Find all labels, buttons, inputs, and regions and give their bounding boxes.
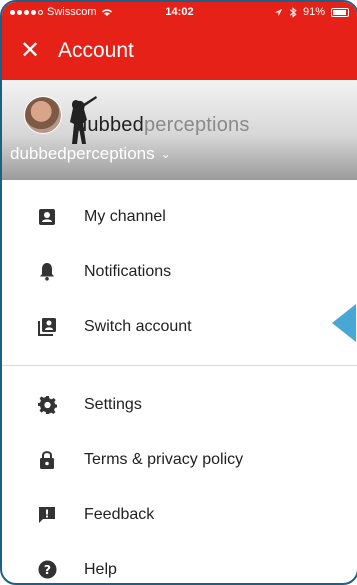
bell-icon: [32, 262, 62, 281]
menu-item-label: Help: [84, 560, 117, 578]
menu-item-notifications[interactable]: Notifications: [2, 244, 357, 299]
menu-item-label: Switch account: [84, 317, 192, 335]
account-switcher[interactable]: dubbedperceptions ⌄: [10, 144, 171, 164]
lock-icon: [32, 450, 62, 470]
menu-item-settings[interactable]: Settings: [2, 377, 357, 432]
menu-item-label: Settings: [84, 395, 142, 413]
account-name: dubbedperceptions: [10, 144, 155, 163]
gear-icon: [32, 395, 62, 414]
page-title: Account: [58, 39, 134, 62]
menu-item-my-channel[interactable]: My channel: [2, 189, 357, 244]
help-icon: ?: [32, 560, 62, 579]
account-menu: My channel Notifications Switch account …: [2, 180, 357, 583]
divider: [2, 365, 357, 366]
menu-item-feedback[interactable]: Feedback: [2, 487, 357, 542]
chevron-down-icon: ⌄: [160, 147, 171, 161]
close-button[interactable]: ✕: [2, 22, 58, 80]
menu-item-switch-account[interactable]: Switch account: [2, 299, 357, 354]
phone-frame: Swisscom 14:02 91% ✕ Account dubbedperce…: [0, 0, 357, 585]
switch-account-icon: [32, 317, 62, 336]
callout-pointer: [332, 304, 356, 342]
svg-text:?: ?: [43, 563, 50, 577]
feedback-icon: [32, 506, 62, 524]
status-bar: Swisscom 14:02 91%: [2, 2, 357, 22]
clock: 14:02: [165, 6, 194, 18]
account-header: dubbedperceptions dubbedperceptions ⌄: [2, 80, 357, 180]
menu-item-help[interactable]: ? Help: [2, 542, 357, 583]
menu-item-label: Feedback: [84, 505, 155, 523]
channel-logo-text: dubbedperceptions: [76, 114, 250, 136]
menu-item-label: My channel: [84, 207, 166, 225]
battery-icon: [331, 7, 349, 17]
app-bar: ✕ Account: [2, 22, 357, 80]
avatar[interactable]: [24, 96, 62, 134]
menu-item-label: Terms & privacy policy: [84, 450, 244, 468]
person-icon: [32, 208, 62, 226]
menu-item-label: Notifications: [84, 262, 172, 280]
menu-item-terms-privacy[interactable]: Terms & privacy policy: [2, 432, 357, 487]
